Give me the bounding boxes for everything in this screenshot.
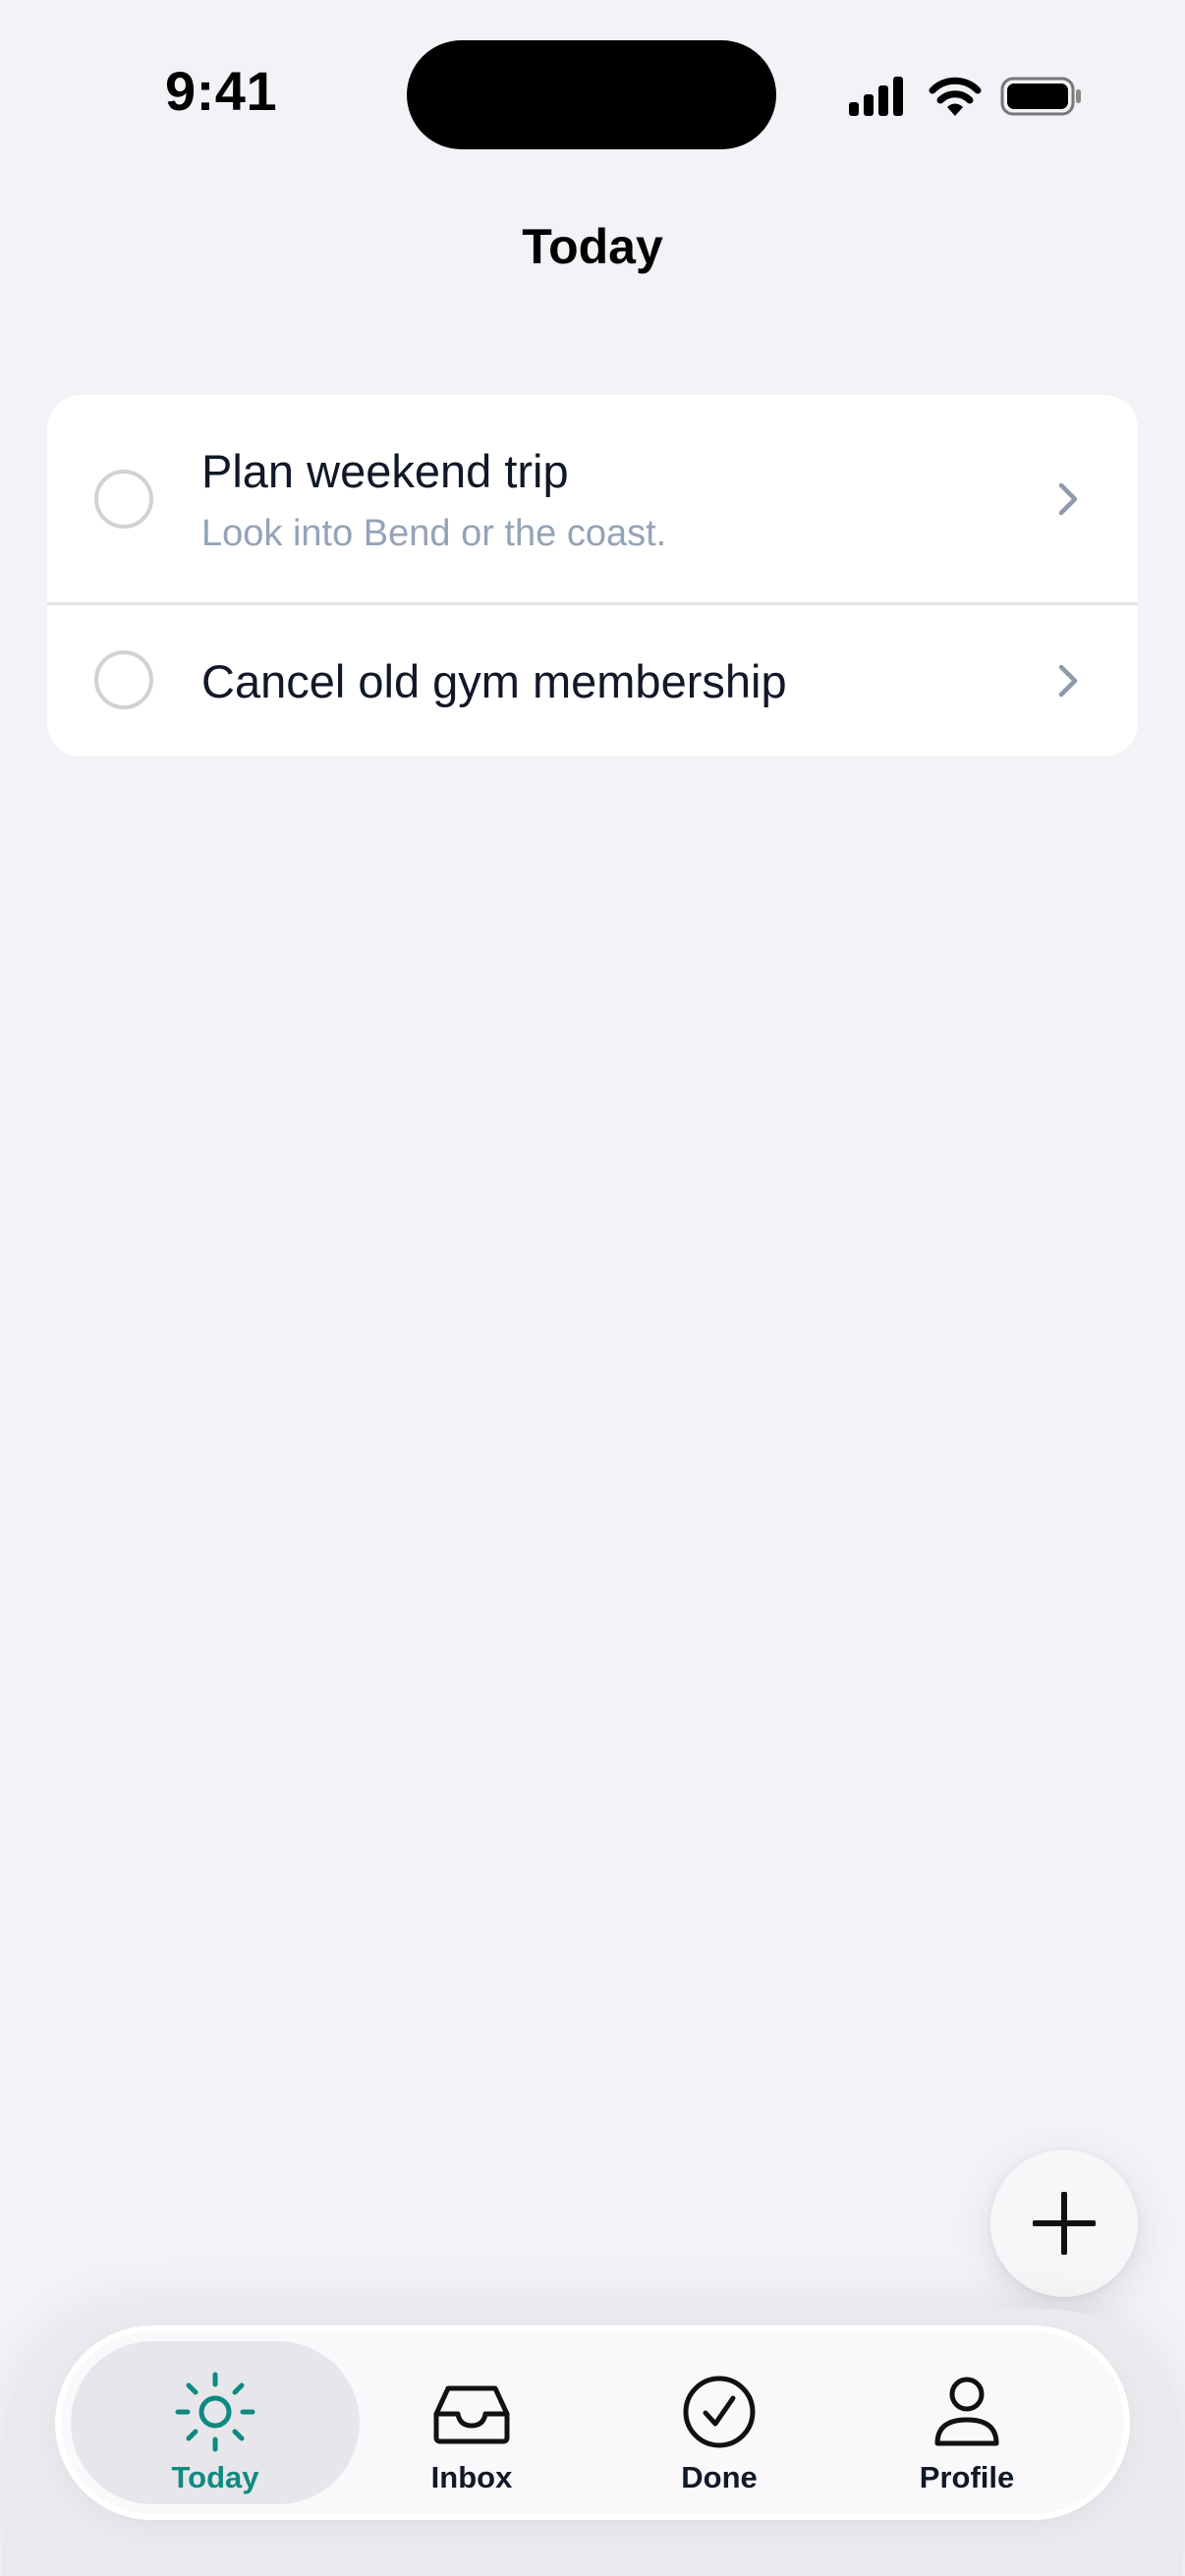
task-title: Cancel old gym membership [201, 655, 787, 707]
dynamic-island [407, 40, 776, 149]
tab-profile[interactable]: Profile [869, 2341, 1065, 2504]
add-task-button[interactable] [990, 2150, 1138, 2297]
check-circle-icon [683, 2376, 756, 2448]
task-checkbox[interactable] [94, 470, 153, 529]
tab-label: Done [681, 2460, 758, 2494]
chevron-right-icon [1058, 482, 1078, 516]
page-title: Today [522, 219, 663, 274]
tab-bar: Today Inbox Done Profile [61, 2331, 1124, 2514]
task-list: Plan weekend trip Look into Bend or the … [47, 395, 1138, 756]
task-note: Look into Bend or the coast. [201, 513, 667, 554]
battery-icon [1000, 77, 1081, 116]
status-time: 9:41 [165, 60, 278, 122]
tab-today[interactable]: Today [71, 2341, 360, 2504]
status-icons [847, 73, 1083, 120]
tab-label: Profile [919, 2460, 1015, 2494]
task-title: Plan weekend trip [201, 445, 569, 497]
cellular-signal-icon [849, 77, 903, 116]
plus-icon [1033, 2192, 1096, 2255]
tab-done[interactable]: Done [621, 2341, 818, 2504]
tab-label: Today [171, 2460, 259, 2494]
task-row[interactable]: Cancel old gym membership [47, 605, 1138, 756]
inbox-tray-icon [433, 2385, 510, 2444]
sun-icon [175, 2372, 255, 2452]
chevron-right-icon [1058, 664, 1078, 698]
task-row[interactable]: Plan weekend trip Look into Bend or the … [47, 395, 1138, 605]
task-checkbox[interactable] [94, 650, 153, 709]
status-bar: 9:41 [0, 0, 1185, 187]
person-icon [934, 2377, 999, 2446]
tab-inbox[interactable]: Inbox [373, 2341, 570, 2504]
wifi-icon [929, 77, 982, 116]
tab-label: Inbox [430, 2460, 513, 2494]
